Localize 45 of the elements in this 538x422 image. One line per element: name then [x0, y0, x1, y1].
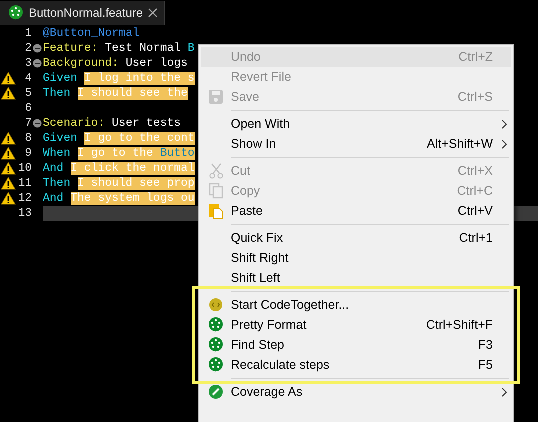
editor-tab[interactable]: ButtonNormal.feature	[0, 1, 166, 25]
line-number: 2	[24, 42, 32, 55]
menu-item[interactable]: Shift Right	[201, 248, 511, 268]
line-number: 1	[24, 27, 32, 40]
collapse-icon	[33, 44, 42, 53]
close-icon[interactable]	[148, 8, 158, 18]
code-line: And The system logs ou	[43, 191, 195, 206]
save-icon	[208, 89, 224, 105]
line-number: 8	[24, 132, 32, 145]
line-number: 7	[24, 117, 32, 130]
menu-item[interactable]: Show In Alt+Shift+W	[201, 134, 511, 154]
code-icon	[209, 298, 223, 312]
code-line: When I go to the Butto	[43, 146, 195, 161]
menu-item[interactable]: Start CodeTogether...	[201, 295, 511, 315]
menu-item[interactable]: Find Step F3	[201, 335, 511, 355]
line-number: 4	[24, 72, 32, 85]
code-line: Then I should see the	[43, 86, 188, 101]
line-number: 6	[24, 102, 32, 115]
code-line: Scenario: User tests	[43, 116, 182, 131]
line-number: 12	[17, 192, 32, 205]
code-line: Given I go to the cont	[43, 131, 195, 146]
code-line: @Button_Normal	[43, 26, 140, 41]
menu-item[interactable]: Recalculate steps F5	[201, 355, 511, 375]
line-number: 11	[17, 177, 32, 190]
line-number: 5	[24, 87, 32, 100]
menu-item[interactable]: Shift Left	[201, 268, 511, 288]
line-number: 13	[17, 207, 32, 220]
menu-item[interactable]: Paste Ctrl+V	[201, 201, 511, 221]
scissors-icon	[208, 163, 224, 179]
menu-item[interactable]: Pretty Format Ctrl+Shift+F	[201, 315, 511, 335]
code-line: Feature: Test Normal B	[43, 41, 195, 56]
code-line: Given I log into the s	[43, 71, 195, 86]
collapse-icon	[33, 119, 42, 128]
menu-item[interactable]: Quick Fix Ctrl+1	[201, 228, 511, 248]
menu-item[interactable]: Coverage As	[201, 382, 511, 402]
code-line: And I click the normal	[43, 161, 195, 176]
code-line: Then I should see prop	[43, 176, 195, 191]
line-number: 3	[24, 57, 32, 70]
collapse-icon	[33, 59, 42, 68]
paste-icon	[208, 203, 224, 219]
line-number: 9	[24, 147, 32, 160]
line-number: 10	[17, 162, 32, 175]
copy-icon	[208, 183, 224, 199]
code-line: Background: User logs	[43, 56, 188, 71]
menu-item[interactable]: Open With	[201, 114, 511, 134]
